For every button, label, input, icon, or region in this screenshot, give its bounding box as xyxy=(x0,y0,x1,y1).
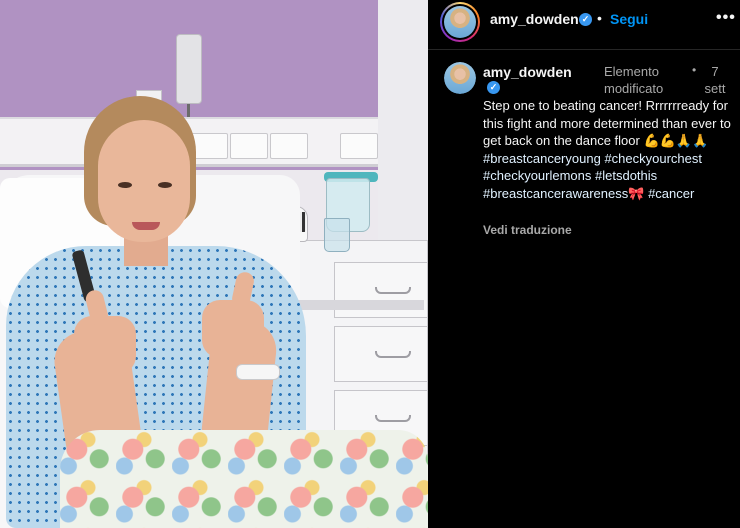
caption-text: Step one to beating cancer! Rrrrrrready … xyxy=(483,97,735,203)
post-header: amy_dowden ✓ • Segui ••• xyxy=(428,0,740,50)
caption-username[interactable]: amy_dowden xyxy=(483,64,572,80)
hashtag-link[interactable]: #checkyourchest xyxy=(604,151,702,166)
verified-badge-icon: ✓ xyxy=(487,81,500,94)
person-smile xyxy=(132,222,160,230)
hashtag-link[interactable]: #cancer xyxy=(648,186,694,201)
comments-area xyxy=(428,253,740,528)
wall-phone xyxy=(176,34,202,104)
power-socket xyxy=(340,133,378,159)
person-eye xyxy=(158,182,172,188)
hashtag-link[interactable]: #breastcancerawareness🎀 xyxy=(483,186,644,201)
more-options-icon[interactable]: ••• xyxy=(716,9,736,27)
avatar[interactable] xyxy=(444,6,476,38)
wall-right xyxy=(378,0,428,260)
floral-blanket xyxy=(60,430,428,528)
hospital-wristband xyxy=(236,364,280,380)
verified-badge-icon: ✓ xyxy=(579,13,592,26)
water-glass xyxy=(324,218,350,252)
left-fist xyxy=(74,316,136,374)
post-timestamp[interactable]: 7 sett xyxy=(703,63,727,97)
post-sidebar: amy_dowden ✓ • Segui ••• amy_dowden ✓ El… xyxy=(428,0,740,528)
right-fist xyxy=(202,300,264,358)
person-eye xyxy=(118,182,132,188)
see-translation-link[interactable]: Vedi traduzione xyxy=(483,223,572,237)
cabinet-drawer xyxy=(334,326,428,382)
hashtag-link[interactable]: #checkyourlemons xyxy=(483,168,591,183)
header-username[interactable]: amy_dowden xyxy=(490,11,579,27)
caption-avatar[interactable] xyxy=(444,62,476,94)
power-socket xyxy=(270,133,308,159)
follow-button[interactable]: Segui xyxy=(610,11,648,27)
avatar[interactable] xyxy=(444,62,476,94)
post-photo[interactable] xyxy=(0,0,428,528)
edited-label: Elemento modificato xyxy=(604,64,664,96)
hashtag-link[interactable]: #letsdothis xyxy=(595,168,657,183)
power-socket xyxy=(230,133,268,159)
hashtag-link[interactable]: #breastcanceryoung xyxy=(483,151,601,166)
header-separator: • xyxy=(597,10,602,26)
story-ring-avatar[interactable] xyxy=(440,2,480,42)
caption-separator: • xyxy=(692,63,697,77)
caption-body: Step one to beating cancer! Rrrrrrready … xyxy=(483,98,731,149)
